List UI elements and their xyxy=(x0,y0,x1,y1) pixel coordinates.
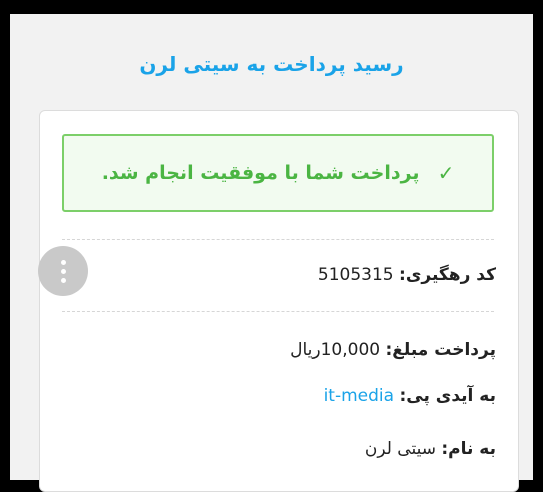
divider xyxy=(62,311,494,312)
amount-row: پرداخت مبلغ: 10,000ریال xyxy=(290,340,496,360)
amount-value: 10,000 xyxy=(320,340,381,360)
name-label: به نام: xyxy=(441,439,496,459)
pay-id-row: به آیدی پی: it-media xyxy=(324,386,496,406)
success-alert: ✓ پرداخت شما با موفقیت انجام شد. xyxy=(62,134,494,212)
check-icon: ✓ xyxy=(437,161,455,185)
success-message: پرداخت شما با موفقیت انجام شد. xyxy=(101,162,420,184)
amount-unit: ریال xyxy=(290,340,321,360)
more-vertical-icon xyxy=(60,259,66,265)
tracking-code-row: کد رهگیری: 5105315 xyxy=(318,265,496,285)
app-frame: رسید پرداخت به سیتی لرن ✓ پرداخت شما با … xyxy=(10,14,533,492)
menu-dot xyxy=(60,268,66,274)
name-value: سیتی لرن xyxy=(364,439,436,459)
pay-id-label: به آیدی پی: xyxy=(399,386,496,406)
pay-id-link[interactable]: it-media xyxy=(324,386,394,406)
menu-dot xyxy=(60,277,66,283)
page-title: رسید پرداخت به سیتی لرن xyxy=(139,52,404,76)
more-menu-button[interactable] xyxy=(38,246,88,296)
amount-label: پرداخت مبلغ: xyxy=(385,340,497,360)
receipt-card: ✓ پرداخت شما با موفقیت انجام شد. کد رهگی… xyxy=(39,110,519,492)
tracking-code-value: 5105315 xyxy=(317,265,394,285)
tracking-code-label: کد رهگیری: xyxy=(399,265,496,285)
name-row: به نام: سیتی لرن xyxy=(365,439,496,459)
divider xyxy=(62,239,494,240)
